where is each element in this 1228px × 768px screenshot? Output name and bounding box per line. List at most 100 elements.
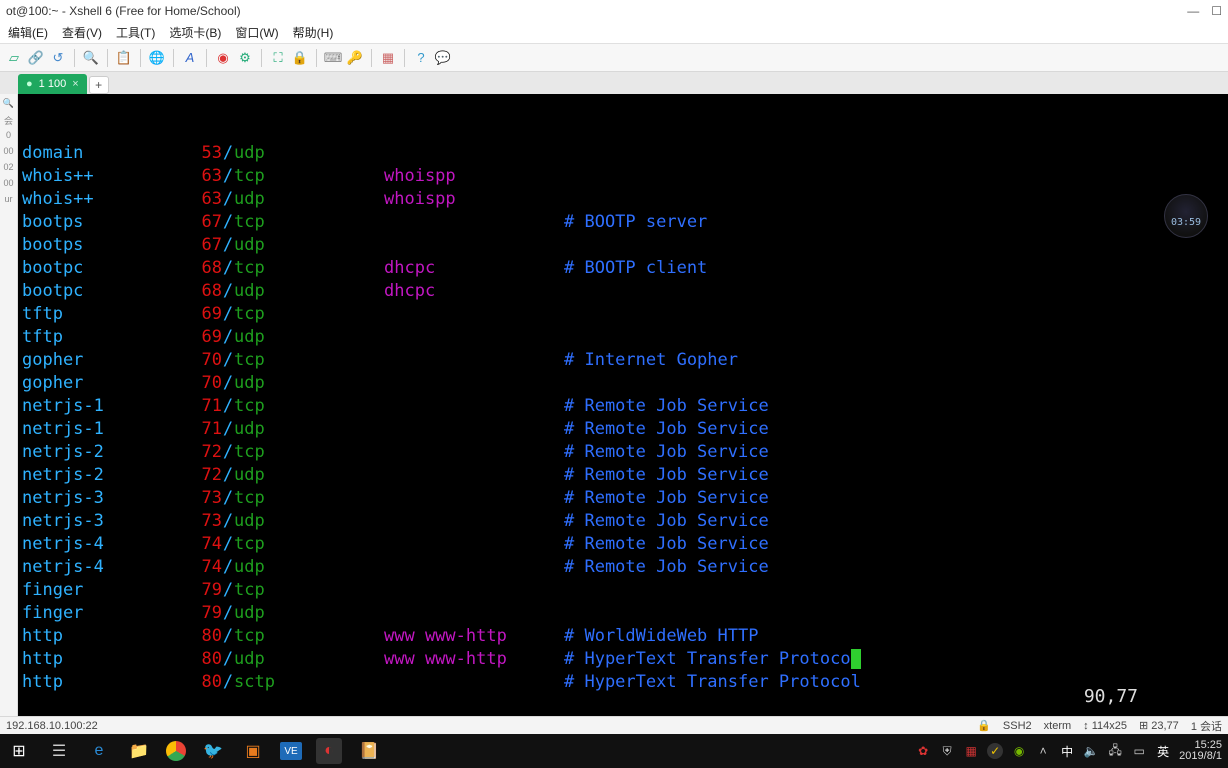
terminal-line: http80/udpwww www-http# HyperText Transf…	[22, 648, 1224, 671]
terminal-line: netrjs-272/udp# Remote Job Service	[22, 464, 1224, 487]
vmware-icon[interactable]: ▣	[240, 738, 266, 764]
status-sessions: 1 会话	[1191, 718, 1222, 734]
terminal-line: gopher70/tcp# Internet Gopher	[22, 349, 1224, 372]
chat-icon[interactable]: 💬	[435, 50, 451, 66]
network-icon[interactable]: 🖧	[1107, 743, 1123, 759]
fullscreen-icon[interactable]: ⛶	[270, 50, 286, 66]
reconnect-icon[interactable]: ↺	[50, 50, 66, 66]
record-icon[interactable]: ◉	[215, 50, 231, 66]
terminal-line: netrjs-474/tcp# Remote Job Service	[22, 533, 1224, 556]
terminal-line: finger79/tcp	[22, 579, 1224, 602]
terminal-line: bootps67/tcp# BOOTP server	[22, 211, 1224, 234]
battery-icon[interactable]: ▭	[1131, 743, 1147, 759]
work-area: 🔍 会 0 00 02 00 ur domain53/udpwhois++63/…	[0, 94, 1228, 716]
toolbar-separator	[140, 49, 141, 67]
tray-icon[interactable]: ✿	[915, 743, 931, 759]
toolbar-separator	[173, 49, 174, 67]
clock-overlay: 03:59	[1164, 194, 1208, 238]
script-icon[interactable]: ⚙	[237, 50, 253, 66]
terminal-line: finger79/udp	[22, 602, 1224, 625]
tab-label: 1 100	[39, 78, 67, 90]
taskview-icon[interactable]: ☰	[46, 738, 72, 764]
edge-icon[interactable]: e	[86, 738, 112, 764]
tab-strip: ● 1 100 × +	[0, 72, 1228, 94]
link-icon[interactable]: 🔗	[28, 50, 44, 66]
toolbar-separator	[261, 49, 262, 67]
explorer-icon[interactable]: 📁	[126, 738, 152, 764]
key-icon[interactable]: 🔑	[347, 50, 363, 66]
terminal-line: bootpc68/udpdhcpc	[22, 280, 1224, 303]
menu-tools[interactable]: 工具(T)	[116, 24, 155, 41]
xshell-icon[interactable]: ◐	[316, 738, 342, 764]
menu-window[interactable]: 窗口(W)	[235, 24, 278, 41]
menu-bar: 编辑(E) 查看(V) 工具(T) 选项卡(B) 窗口(W) 帮助(H)	[0, 22, 1228, 44]
window-minimize-button[interactable]: —	[1187, 4, 1199, 18]
status-bar: 192.168.10.100:22 🔒 SSH2 xterm ↕ 114x25 …	[0, 716, 1228, 734]
os-taskbar: ⊞ ☰ e 📁 🐦 ▣ VE ◐ 📔 ✿ ⛨ ▦ ✓ ◉ ˄ 中 🔈 🖧 ▭ 英…	[0, 734, 1228, 768]
search-icon[interactable]: 🔍	[83, 50, 99, 66]
paste-icon[interactable]: 📋	[116, 50, 132, 66]
terminal-view[interactable]: domain53/udpwhois++63/tcpwhoisppwhois++6…	[18, 94, 1228, 716]
vnc-icon[interactable]: VE	[280, 742, 302, 760]
window-titlebar: ot@100:~ - Xshell 6 (Free for Home/Schoo…	[0, 0, 1228, 22]
terminal-line: whois++63/tcpwhoispp	[22, 165, 1224, 188]
window-title: ot@100:~ - Xshell 6 (Free for Home/Schoo…	[6, 4, 241, 18]
taskbar-date: 2019/8/1	[1179, 751, 1222, 762]
tab-close-button[interactable]: ×	[72, 78, 78, 90]
tab-status-icon: ●	[26, 78, 33, 90]
terminal-line: http80/tcpwww www-http# WorldWideWeb HTT…	[22, 625, 1224, 648]
terminal-line: netrjs-373/tcp# Remote Job Service	[22, 487, 1224, 510]
tray-icon[interactable]: ✓	[987, 743, 1003, 759]
terminal-line: netrjs-171/udp# Remote Job Service	[22, 418, 1224, 441]
left-sidebar[interactable]: 🔍 会 0 00 02 00 ur	[0, 94, 18, 716]
taskbar-clock[interactable]: 15:25 2019/8/1	[1179, 740, 1222, 762]
sidebar-text: 0	[0, 130, 17, 146]
nvidia-icon[interactable]: ◉	[1011, 743, 1027, 759]
terminal-line: netrjs-373/udp# Remote Job Service	[22, 510, 1224, 533]
status-address: 192.168.10.100:22	[6, 720, 98, 732]
volume-icon[interactable]: 🔈	[1083, 743, 1099, 759]
status-termtype: xterm	[1044, 720, 1072, 732]
session-tab[interactable]: ● 1 100 ×	[18, 74, 87, 94]
new-session-icon[interactable]: ▱	[6, 50, 22, 66]
menu-view[interactable]: 查看(V)	[62, 24, 102, 41]
keyboard-icon[interactable]: ⌨	[325, 50, 341, 66]
toolbar-separator	[206, 49, 207, 67]
tray-icon[interactable]: ▦	[963, 743, 979, 759]
shield-icon[interactable]: ⛨	[939, 743, 955, 759]
terminal-line: domain53/udp	[22, 142, 1224, 165]
terminal-cursor	[851, 649, 861, 669]
menu-help[interactable]: 帮助(H)	[293, 24, 334, 41]
terminal-line: bootps67/udp	[22, 234, 1224, 257]
terminal-line: whois++63/udpwhoispp	[22, 188, 1224, 211]
globe-icon[interactable]: 🌐	[149, 50, 165, 66]
terminal-line: gopher70/udp	[22, 372, 1224, 395]
toolbar: ▱ 🔗 ↺ 🔍 📋 🌐 A ◉ ⚙ ⛶ 🔒 ⌨ 🔑 ▦ ? 💬	[0, 44, 1228, 72]
toolbar-separator	[371, 49, 372, 67]
sidebar-text: 00	[0, 178, 17, 194]
ime-en-icon[interactable]: 英	[1155, 743, 1171, 759]
sidebar-text: ur	[0, 194, 17, 210]
chrome-icon[interactable]	[166, 741, 186, 761]
window-maximize-button[interactable]: ☐	[1211, 4, 1222, 18]
tray-up-icon[interactable]: ˄	[1035, 743, 1051, 759]
status-proto-icon: 🔒	[977, 719, 991, 732]
lock-icon[interactable]: 🔒	[292, 50, 308, 66]
menu-tabs[interactable]: 选项卡(B)	[169, 24, 221, 41]
vim-cursor-position: 90,77	[1084, 685, 1138, 708]
notepad-icon[interactable]: 📔	[356, 738, 382, 764]
font-icon[interactable]: A	[182, 50, 198, 66]
status-cursor: ⊞ 23,77	[1139, 719, 1179, 732]
ime-cn-icon[interactable]: 中	[1059, 743, 1075, 759]
terminal-line: netrjs-171/tcp# Remote Job Service	[22, 395, 1224, 418]
terminal-line: tftp69/tcp	[22, 303, 1224, 326]
layout-icon[interactable]: ▦	[380, 50, 396, 66]
help-icon[interactable]: ?	[413, 50, 429, 66]
toolbar-separator	[404, 49, 405, 67]
sidebar-glyph: 🔍	[0, 98, 17, 114]
menu-edit[interactable]: 编辑(E)	[8, 24, 48, 41]
tab-add-button[interactable]: +	[89, 76, 109, 94]
start-button[interactable]: ⊞	[6, 738, 32, 764]
weibo-icon[interactable]: 🐦	[200, 738, 226, 764]
toolbar-separator	[316, 49, 317, 67]
